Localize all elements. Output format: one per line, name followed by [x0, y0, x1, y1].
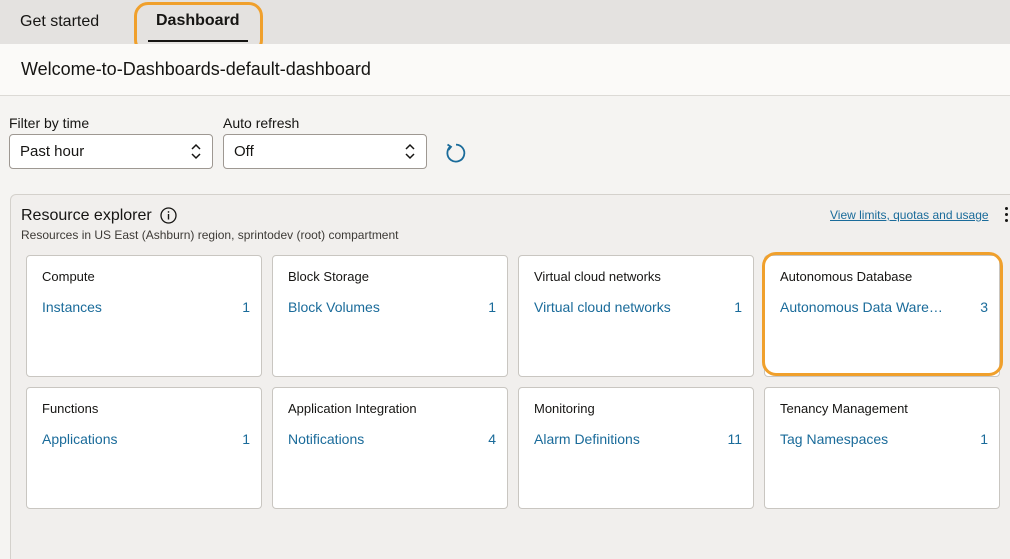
card-title: Block Storage	[288, 269, 369, 284]
title-bar: Welcome-to-Dashboards-default-dashboard	[0, 44, 1010, 96]
auto-refresh-value: Off	[234, 143, 254, 160]
card-title: Functions	[42, 401, 99, 416]
card-monitoring: Monitoring Alarm Definitions 11	[518, 387, 754, 509]
card-title: Compute	[42, 269, 95, 284]
resource-explorer-title: Resource explorer	[21, 207, 152, 224]
card-link[interactable]: Notifications	[288, 431, 364, 447]
card-functions: Functions Applications 1	[26, 387, 262, 509]
card-count[interactable]: 1	[980, 431, 988, 447]
card-application-integration: Application Integration Notifications 4	[272, 387, 508, 509]
refresh-icon[interactable]	[443, 141, 467, 165]
active-tab-indicator	[148, 40, 248, 42]
card-count[interactable]: 1	[734, 299, 742, 315]
card-count[interactable]: 4	[488, 431, 496, 447]
card-link[interactable]: Virtual cloud networks	[534, 299, 671, 315]
card-title: Virtual cloud networks	[534, 269, 661, 284]
card-autonomous-database: Autonomous Database Autonomous Data Ware…	[764, 255, 1000, 377]
filter-by-time-select[interactable]: Past hour	[9, 134, 213, 169]
card-title: Autonomous Database	[780, 269, 913, 284]
card-virtual-cloud-networks: Virtual cloud networks Virtual cloud net…	[518, 255, 754, 377]
card-count[interactable]: 1	[242, 299, 250, 315]
card-link[interactable]: Block Volumes	[288, 299, 380, 315]
view-limits-link[interactable]: View limits, quotas and usage	[830, 208, 989, 222]
filter-by-time-value: Past hour	[20, 143, 85, 160]
page-title: Welcome-to-Dashboards-default-dashboard	[21, 59, 371, 79]
kebab-menu-icon[interactable]	[1003, 207, 1010, 227]
card-count[interactable]: 3	[980, 299, 988, 315]
tab-dashboard[interactable]: Dashboard	[148, 0, 248, 44]
card-compute: Compute Instances 1	[26, 255, 262, 377]
tab-bar: Get started Dashboard	[0, 0, 1010, 44]
card-title: Monitoring	[534, 401, 595, 416]
card-count[interactable]: 1	[488, 299, 496, 315]
auto-refresh-label: Auto refresh	[223, 115, 300, 131]
card-count[interactable]: 1	[242, 431, 250, 447]
card-link[interactable]: Instances	[42, 299, 102, 315]
tab-get-started[interactable]: Get started	[20, 0, 99, 44]
info-icon[interactable]	[160, 207, 177, 224]
card-link[interactable]: Tag Namespaces	[780, 431, 888, 447]
chevron-updown-icon	[405, 143, 415, 160]
card-title: Application Integration	[288, 401, 417, 416]
card-count[interactable]: 11	[727, 431, 742, 447]
card-link[interactable]: Autonomous Data Ware…	[780, 299, 943, 315]
filter-by-time-label: Filter by time	[9, 115, 90, 131]
card-title: Tenancy Management	[780, 401, 908, 416]
card-tenancy-management: Tenancy Management Tag Namespaces 1	[764, 387, 1000, 509]
tab-dashboard-label: Dashboard	[156, 12, 240, 29]
card-block-storage: Block Storage Block Volumes 1	[272, 255, 508, 377]
chevron-updown-icon	[191, 143, 201, 160]
resource-explorer-subtitle: Resources in US East (Ashburn) region, s…	[21, 228, 399, 242]
auto-refresh-select[interactable]: Off	[223, 134, 427, 169]
card-link[interactable]: Alarm Definitions	[534, 431, 640, 447]
card-link[interactable]: Applications	[42, 431, 118, 447]
